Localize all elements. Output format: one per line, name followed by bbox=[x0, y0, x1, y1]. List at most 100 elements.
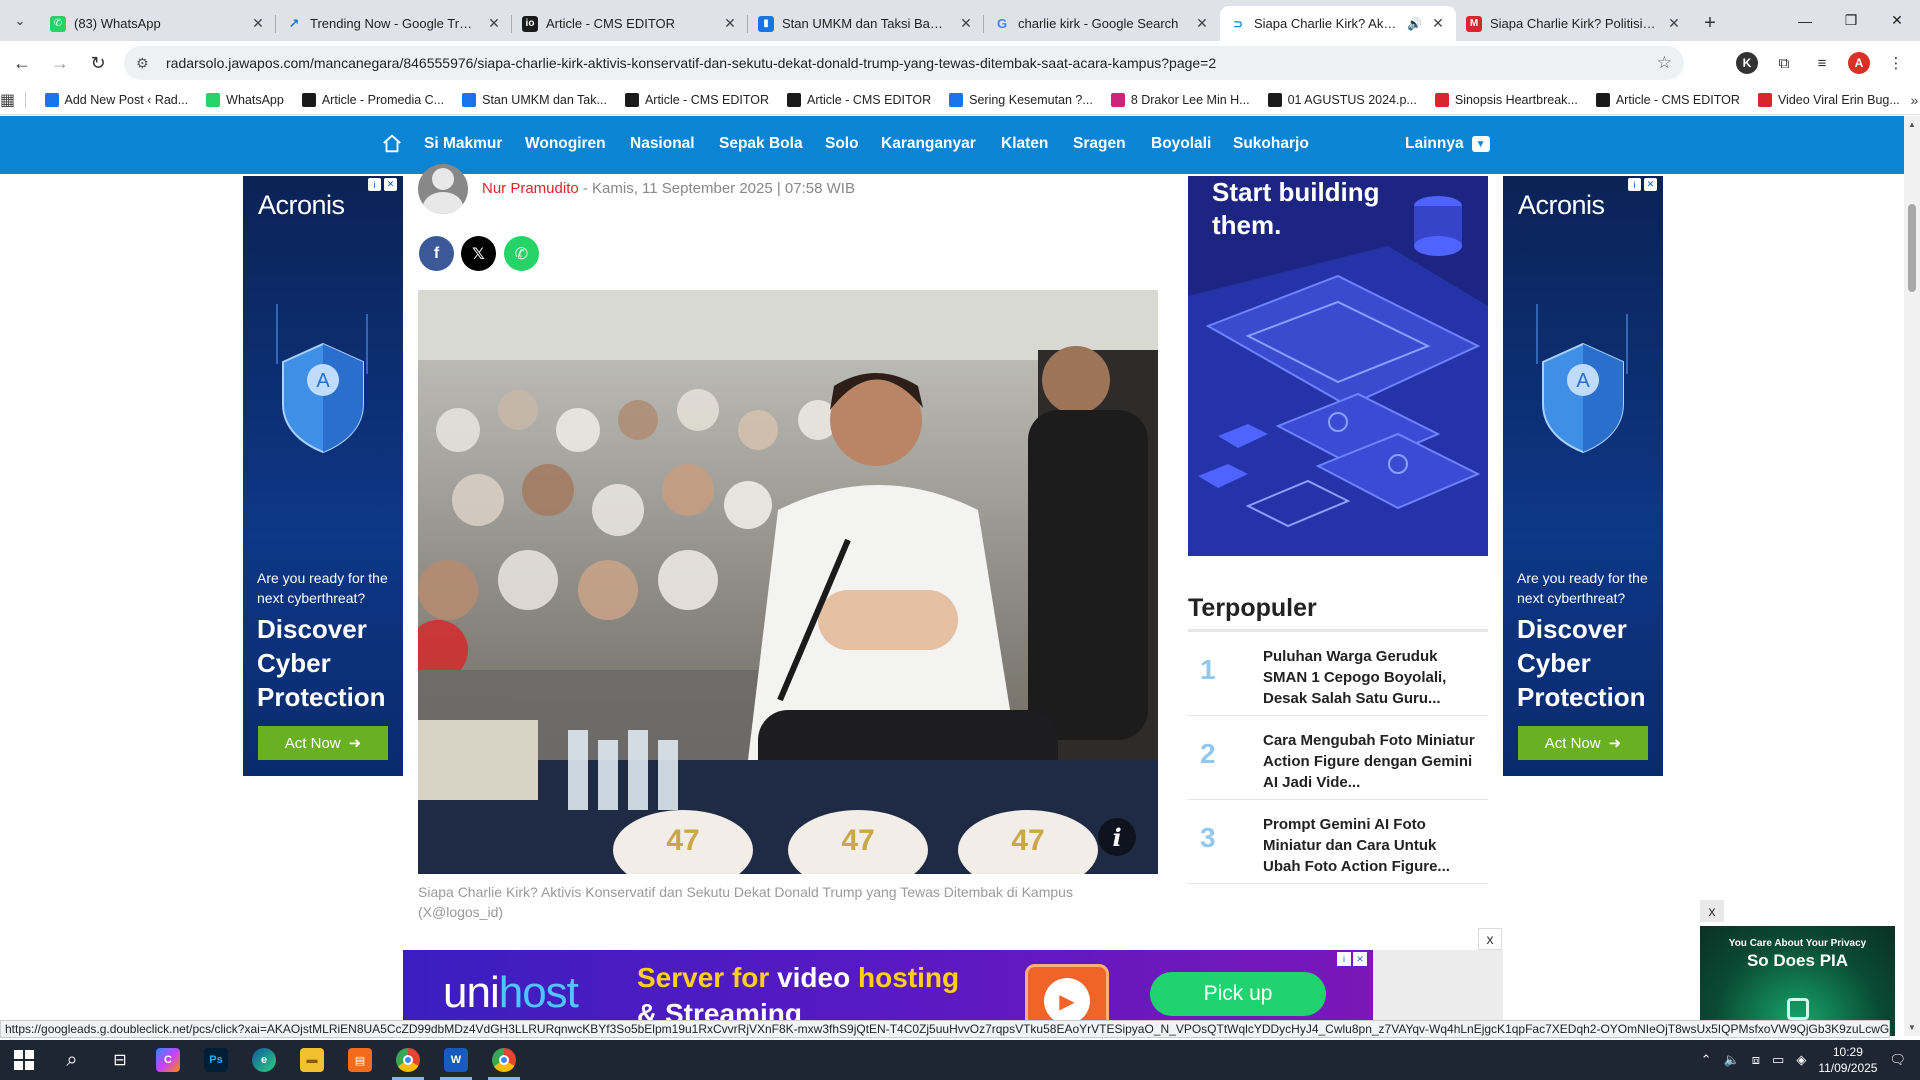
display-icon[interactable]: ▭ bbox=[1772, 1052, 1784, 1068]
ad-close-icon[interactable]: ✕ bbox=[1644, 178, 1657, 191]
close-banner-button[interactable]: x bbox=[1478, 928, 1502, 950]
network-icon[interactable]: ⧈ bbox=[1752, 1052, 1760, 1068]
photo-info-icon[interactable]: i bbox=[1098, 818, 1136, 856]
ad-info-icon[interactable]: i bbox=[368, 178, 381, 191]
edge-icon[interactable]: e bbox=[240, 1040, 288, 1080]
app-orange-icon[interactable]: ▤ bbox=[336, 1040, 384, 1080]
acronis-ad-left[interactable]: i ✕ Acronis A Are you ready for the next … bbox=[243, 176, 403, 776]
tab-cms-editor[interactable]: io Article - CMS EDITOR ✕ bbox=[512, 6, 748, 41]
author-name[interactable]: Nur Pramudito bbox=[482, 180, 579, 197]
close-tab-icon[interactable]: ✕ bbox=[1430, 15, 1446, 32]
close-window-icon[interactable]: ✕ bbox=[1874, 0, 1920, 41]
nav-item-sragen[interactable]: Sragen bbox=[1073, 135, 1126, 153]
clock[interactable]: 10:29 11/09/2025 bbox=[1818, 1044, 1877, 1076]
back-arrow-icon[interactable]: ← bbox=[6, 47, 38, 79]
ad-close-icon[interactable]: ✕ bbox=[384, 178, 397, 191]
tab-google-search[interactable]: G charlie kirk - Google Search ✕ bbox=[984, 6, 1220, 41]
ad-close-icon[interactable]: ✕ bbox=[1353, 952, 1367, 966]
tab-stan-umkm[interactable]: ▮ Stan UMKM dan Taksi Bandara ✕ bbox=[748, 6, 984, 41]
bookmark-item[interactable]: 8 Drakor Lee Min H... bbox=[1102, 92, 1259, 107]
task-view-icon[interactable]: ⊟ bbox=[96, 1040, 144, 1080]
share-whatsapp-button[interactable]: ✆ bbox=[504, 236, 539, 271]
bookmark-item[interactable]: Sering Kesemutan ?... bbox=[940, 92, 1102, 107]
bookmark-item[interactable]: Article - CMS EDITOR bbox=[778, 92, 940, 107]
list-item[interactable]: 2 Cara Mengubah Foto Miniatur Action Fig… bbox=[1188, 716, 1488, 800]
bookmark-item[interactable]: Stan UMKM dan Tak... bbox=[453, 92, 616, 107]
bookmark-item[interactable]: Video Viral Erin Bug... bbox=[1749, 92, 1909, 107]
menu-kebab-icon[interactable]: ⋮ bbox=[1884, 51, 1908, 75]
url-text[interactable]: radarsolo.jawapos.com/mancanegara/846555… bbox=[166, 55, 1657, 71]
start-button[interactable] bbox=[0, 1040, 48, 1080]
nav-item-wonogiren[interactable]: Wonogiren bbox=[525, 135, 606, 153]
bookmark-item[interactable]: Article - CMS EDITOR bbox=[1587, 92, 1749, 107]
reload-icon[interactable]: ↻ bbox=[82, 47, 114, 79]
cloud-ad-right[interactable]: Start building them. bbox=[1188, 176, 1488, 556]
ad-info-icon[interactable]: i bbox=[1628, 178, 1641, 191]
forward-arrow-icon[interactable]: → bbox=[44, 47, 76, 79]
nav-more-dropdown[interactable]: Lainnya ▼ bbox=[1405, 135, 1490, 153]
scroll-down-icon[interactable]: ▼ bbox=[1908, 1023, 1916, 1032]
tab-search-button[interactable]: ⌄ bbox=[0, 0, 40, 41]
close-tab-icon[interactable]: ✕ bbox=[958, 15, 974, 32]
speaker-icon[interactable]: 🔊 bbox=[1407, 17, 1422, 31]
close-tab-icon[interactable]: ✕ bbox=[1194, 15, 1210, 32]
nav-item-si-makmur[interactable]: Si Makmur bbox=[424, 135, 502, 153]
ad-cta-button[interactable]: Act Now ➜ bbox=[1518, 726, 1648, 760]
scroll-up-icon[interactable]: ▲ bbox=[1908, 120, 1916, 129]
popular-title[interactable]: Prompt Gemini AI Foto Miniatur dan Cara … bbox=[1263, 814, 1488, 877]
extension-k-icon[interactable]: K bbox=[1736, 52, 1758, 74]
list-item[interactable]: 1 Puluhan Warga Geruduk SMAN 1 Cepogo Bo… bbox=[1188, 632, 1488, 716]
pick-up-button[interactable]: Pick up bbox=[1150, 972, 1326, 1016]
ad-info-icon[interactable]: i bbox=[1337, 952, 1351, 966]
chrome-icon[interactable] bbox=[384, 1040, 432, 1080]
article-photo[interactable]: 47 47 47 i bbox=[418, 290, 1158, 874]
page-scrollbar[interactable]: ▲ ▼ bbox=[1904, 116, 1920, 1036]
scrollbar-thumb[interactable] bbox=[1908, 204, 1916, 292]
extensions-puzzle-icon[interactable]: ⧉ bbox=[1772, 51, 1796, 75]
nav-item-klaten[interactable]: Klaten bbox=[1001, 135, 1048, 153]
share-x-button[interactable]: 𝕏 bbox=[461, 236, 496, 271]
bookmark-star-icon[interactable]: ☆ bbox=[1657, 53, 1672, 73]
tab-whatsapp[interactable]: ✆ (83) WhatsApp ✕ bbox=[40, 6, 276, 41]
nav-item-solo[interactable]: Solo bbox=[825, 135, 859, 153]
notification-icon[interactable]: 🗨 bbox=[1889, 1052, 1906, 1068]
restore-icon[interactable]: ❐ bbox=[1828, 0, 1874, 41]
more-bookmarks-icon[interactable]: » bbox=[1909, 92, 1920, 108]
copilot-icon[interactable]: C bbox=[144, 1040, 192, 1080]
chrome-icon-2[interactable] bbox=[480, 1040, 528, 1080]
bookmark-item[interactable]: Sinopsis Heartbreak... bbox=[1426, 92, 1587, 107]
volume-icon[interactable]: 🔈 bbox=[1724, 1052, 1740, 1068]
nav-item-sepak-bola[interactable]: Sepak Bola bbox=[719, 135, 803, 153]
nav-item-nasional[interactable]: Nasional bbox=[630, 135, 695, 153]
file-explorer-icon[interactable]: ▬ bbox=[288, 1040, 336, 1080]
new-tab-button[interactable]: + bbox=[1692, 6, 1728, 41]
share-facebook-button[interactable]: f bbox=[419, 236, 454, 271]
site-info-icon[interactable]: ⚙ bbox=[136, 55, 156, 72]
acronis-ad-right[interactable]: i ✕ Acronis A Are you ready for the next … bbox=[1503, 176, 1663, 776]
shield-tray-icon[interactable]: ◈ bbox=[1796, 1052, 1806, 1068]
nav-item-boyolali[interactable]: Boyolali bbox=[1151, 135, 1211, 153]
list-item[interactable]: 3 Prompt Gemini AI Foto Miniatur dan Car… bbox=[1188, 800, 1488, 884]
bookmark-item[interactable]: WhatsApp bbox=[197, 92, 293, 107]
bookmark-item[interactable]: Add New Post ‹ Rad... bbox=[36, 92, 198, 107]
close-tab-icon[interactable]: ✕ bbox=[722, 15, 738, 32]
photoshop-icon[interactable]: Ps bbox=[192, 1040, 240, 1080]
popular-title[interactable]: Cara Mengubah Foto Miniatur Action Figur… bbox=[1263, 730, 1488, 793]
bookmark-item[interactable]: 01 AGUSTUS 2024.p... bbox=[1259, 92, 1426, 107]
close-tab-icon[interactable]: ✕ bbox=[1666, 15, 1682, 32]
minimize-icon[interactable]: — bbox=[1782, 0, 1828, 41]
nav-item-karanganyar[interactable]: Karanganyar bbox=[881, 135, 976, 153]
profile-avatar[interactable]: A bbox=[1848, 52, 1870, 74]
close-tab-icon[interactable]: ✕ bbox=[486, 15, 502, 32]
bookmark-item[interactable]: Article - Promedia C... bbox=[293, 92, 453, 107]
tab-charlie-kirk-politisi[interactable]: M Siapa Charlie Kirk? Politisi AS M ✕ bbox=[1456, 6, 1692, 41]
address-bar[interactable]: ⚙ radarsolo.jawapos.com/mancanegara/8465… bbox=[124, 46, 1684, 80]
author-avatar[interactable] bbox=[418, 164, 468, 214]
tab-active-charlie-kirk[interactable]: ⊃ Siapa Charlie Kirk? Aktivis K 🔊 ✕ bbox=[1220, 6, 1456, 41]
ad-cta-button[interactable]: Act Now ➜ bbox=[258, 726, 388, 760]
nav-item-sukoharjo[interactable]: Sukoharjo bbox=[1233, 135, 1309, 153]
media-control-icon[interactable]: ≡ bbox=[1810, 51, 1834, 75]
tab-google-trends[interactable]: ↗ Trending Now - Google Trends ✕ bbox=[276, 6, 512, 41]
close-pia-ad-button[interactable]: x bbox=[1700, 900, 1724, 922]
apps-grid-icon[interactable]: ▦ bbox=[0, 90, 15, 110]
